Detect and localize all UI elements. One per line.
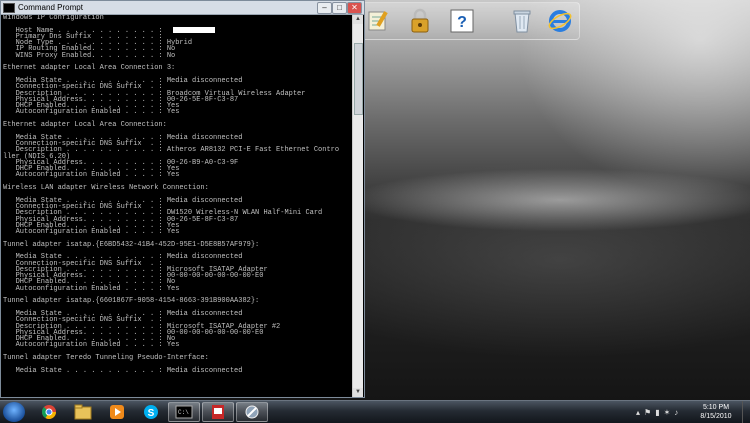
desktop-dock: ? (358, 2, 580, 40)
pdf-reader-icon (212, 405, 224, 419)
battery-icon[interactable]: ▮ (655, 408, 659, 417)
scroll-thumb[interactable] (354, 43, 363, 115)
taskbar: S C:\ ▴ ⚑ ▮ ✶ ♪ 5:10 PM 8/15/2010 (0, 400, 750, 423)
svg-text:C:\: C:\ (178, 409, 189, 416)
close-button[interactable]: ✕ (347, 2, 362, 14)
scroll-up-arrow[interactable]: ▲ (353, 15, 363, 24)
system-tray: ▴ ⚑ ▮ ✶ ♪ (636, 405, 678, 419)
show-desktop-button[interactable] (742, 401, 750, 423)
start-orb-icon[interactable] (3, 402, 25, 422)
recycle-bin-icon[interactable] (507, 6, 537, 36)
tray-arrow-icon[interactable]: ▴ (636, 408, 640, 417)
maximize-button[interactable]: □ (332, 2, 347, 14)
svg-text:S: S (148, 408, 155, 419)
control-panel-icon (245, 405, 259, 419)
command-prompt-taskbar-button[interactable]: C:\ (168, 402, 200, 422)
chrome-icon (41, 405, 56, 419)
explorer-taskbar-button[interactable] (68, 402, 98, 422)
minimize-button[interactable]: – (317, 2, 332, 14)
media-player-icon (110, 405, 124, 419)
clock-time: 5:10 PM (702, 404, 730, 411)
redacted-hostname (173, 27, 215, 33)
command-prompt-window: Command Prompt – □ ✕ Windows IP Configur… (0, 0, 365, 398)
scroll-down-arrow[interactable]: ▼ (353, 388, 363, 397)
notepad-pencil-icon[interactable] (363, 6, 393, 36)
clock-date: 8/15/2010 (700, 413, 732, 420)
lock-icon[interactable] (405, 6, 435, 36)
window-title: Command Prompt (18, 3, 83, 12)
chrome-taskbar-button[interactable] (34, 402, 64, 422)
volume-icon[interactable]: ♪ (674, 408, 678, 417)
pdf-reader-taskbar-button[interactable] (202, 402, 234, 422)
flag-icon[interactable]: ⚑ (644, 408, 651, 417)
taskbar-clock[interactable]: 5:10 PM 8/15/2010 (694, 403, 738, 421)
skype-taskbar-button[interactable]: S (136, 402, 166, 422)
console-app-icon (3, 2, 15, 13)
internet-explorer-icon[interactable] (545, 6, 575, 36)
folder-icon (74, 404, 92, 420)
console-output-area[interactable]: Windows IP Configuration Host Name . . .… (2, 15, 352, 397)
command-prompt-icon: C:\ (175, 405, 193, 419)
wireless-icon[interactable]: ✶ (664, 408, 671, 417)
media-player-taskbar-button[interactable] (102, 402, 132, 422)
svg-text:?: ? (457, 14, 467, 31)
console-text: Windows IP Configuration Host Name . . .… (3, 15, 340, 375)
skype-icon: S (144, 405, 158, 419)
vertical-scrollbar[interactable]: ▲ ▼ (352, 15, 363, 397)
help-icon[interactable]: ? (447, 6, 477, 36)
control-panel-taskbar-button[interactable] (236, 402, 268, 422)
window-titlebar[interactable]: Command Prompt – □ ✕ (1, 1, 364, 15)
